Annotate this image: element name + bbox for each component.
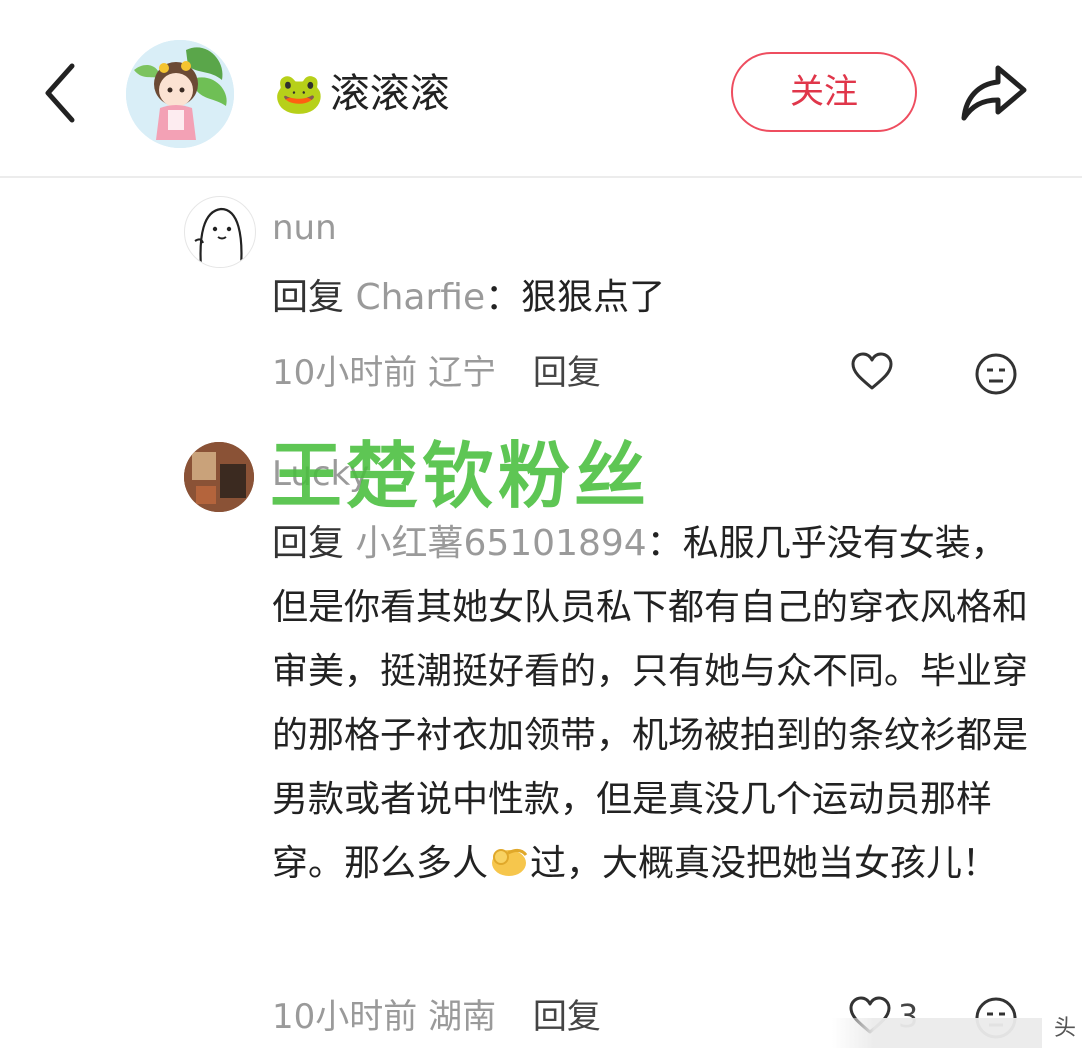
reply-button[interactable]: 回复 (533, 353, 601, 393)
comment-location: 湖南 (428, 997, 497, 1037)
author-name[interactable]: 🐸 滚滚滚 (274, 66, 450, 122)
comment-text: 回复 Charfie：狠狠点了 (272, 266, 1032, 330)
commenter-username[interactable]: nun (272, 205, 337, 251)
commenter-avatar[interactable] (184, 196, 256, 268)
site-watermark-bar (832, 1018, 1042, 1048)
frog-emoji-icon: 🐸 (274, 71, 324, 117)
pinch-hand-emoji-icon (488, 838, 530, 880)
separator: ： (485, 277, 522, 318)
commenter-avatar[interactable] (184, 442, 254, 512)
comment-content: 狠狠点了 (521, 277, 666, 318)
reply-prefix: 回复 (272, 523, 345, 564)
comment-text: 回复 小红薯65101894：私服几乎没有女装，但是你看其她女队员私下都有自己的… (272, 512, 1032, 896)
share-icon[interactable] (958, 60, 1030, 124)
reply-button[interactable]: 回复 (533, 997, 601, 1037)
mention-link[interactable]: Charfie (355, 277, 485, 318)
comment-location: 辽宁 (428, 353, 497, 393)
like-heart-icon[interactable] (850, 352, 894, 396)
top-bar: 🐸 滚滚滚 关注 (0, 0, 1082, 178)
comment-meta: 10小时前 湖南 回复 (272, 994, 601, 1040)
author-name-text: 滚滚滚 (329, 71, 450, 117)
watermark-overlay: 王楚钦粉丝 (270, 434, 651, 518)
follow-button[interactable]: 关注 (731, 52, 917, 132)
site-watermark-text: 头 (1053, 1016, 1076, 1041)
dislike-face-icon[interactable] (974, 352, 1018, 400)
reply-prefix: 回复 (272, 277, 345, 318)
comment-content-part2: 过，大概真没把她当女孩儿！ (530, 843, 999, 884)
comment-item: nun 回复 Charfie：狠狠点了 10小时前 辽宁 回复 (0, 176, 1082, 416)
mention-link[interactable]: 小红薯65101894 (355, 523, 646, 564)
author-avatar[interactable] (126, 40, 234, 148)
comment-meta: 10小时前 辽宁 回复 (272, 350, 601, 396)
comment-content-part1: 私服几乎没有女装，但是你看其她女队员私下都有自己的穿衣风格和审美，挺潮挺好看的，… (272, 523, 1029, 884)
separator: ： (646, 523, 683, 564)
back-icon[interactable] (38, 58, 86, 128)
comment-time: 10小时前 (272, 353, 418, 393)
comment-time: 10小时前 (272, 997, 418, 1037)
